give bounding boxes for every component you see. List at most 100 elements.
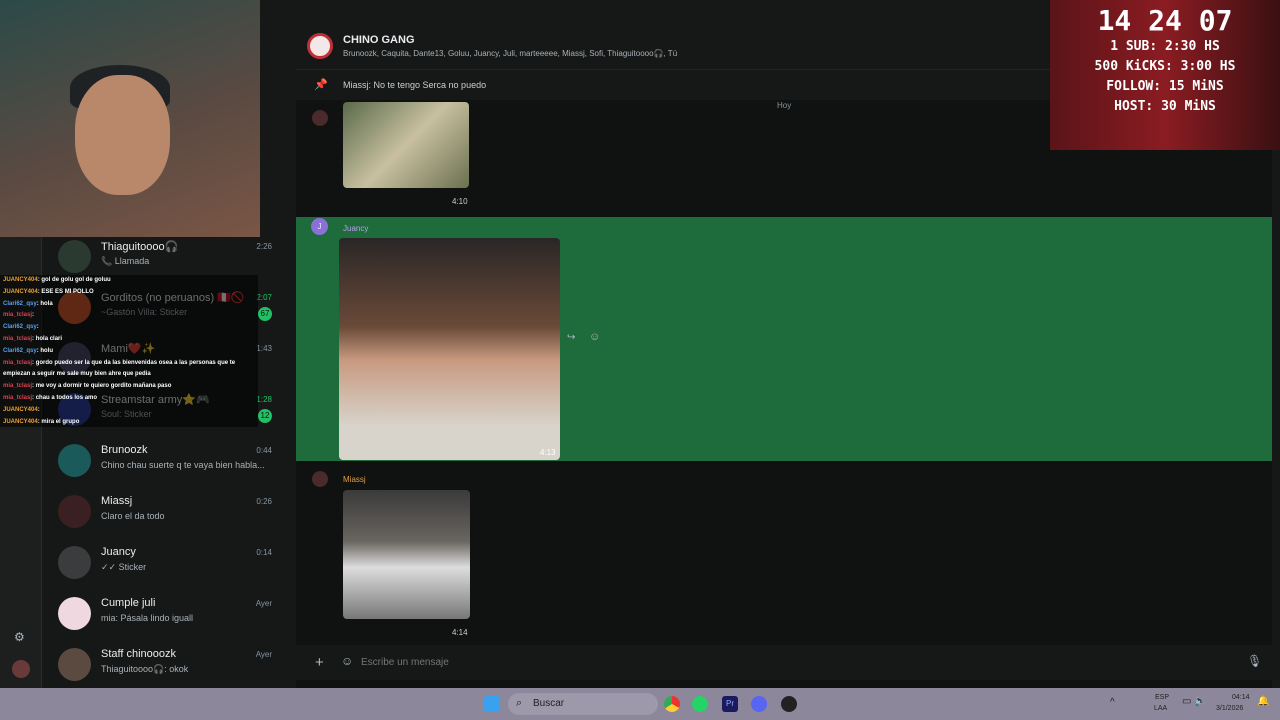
whatsapp-icon[interactable]: [692, 696, 708, 712]
chat-username: Clari62_qsy: [3, 300, 37, 307]
tray-chevron-icon[interactable]: ^: [1110, 697, 1115, 708]
plus-icon[interactable]: +: [315, 654, 324, 671]
stream-chat-line: mia_tclasj: chau a todos los amo: [3, 394, 98, 401]
forward-icon[interactable]: ↪: [567, 332, 575, 343]
obs-icon[interactable]: [781, 696, 797, 712]
chat-preview: Claro el da todo: [101, 511, 165, 521]
chrome-icon[interactable]: [664, 696, 680, 712]
goal-line: FOLLOW: 15 MiNS: [1106, 79, 1224, 94]
chat-username: mia_tclasj: [3, 312, 33, 319]
chat-time: 0:14: [256, 548, 272, 557]
group-avatar[interactable]: [307, 33, 333, 59]
chat-item[interactable]: Brunoozk 0:44 Chino chau suerte q te vay…: [42, 442, 296, 493]
chat-name: Miassj: [101, 495, 133, 507]
chat-username: JUANCY404: [3, 277, 38, 283]
sender-name: Juancy: [343, 224, 369, 233]
chat-username: mia_tclasj: [3, 394, 33, 401]
chat-preview: Chino chau suerte q te vaya bien habla..…: [101, 460, 265, 470]
chat-avatar: [58, 240, 91, 273]
stream-chat-line: mia_tclasj: me voy a dormir te quiero go…: [3, 383, 172, 390]
chat-item[interactable]: Miassj 0:26 Claro el da todo: [42, 493, 296, 544]
pinned-text: Miassj: No te tengo Serca no puedo: [343, 80, 487, 90]
chat-name: Thiaguitoooo🎧: [101, 241, 179, 253]
stream-chat-line: JUANCY404: gol de golu gol de goluu: [3, 277, 111, 283]
chat-preview: mia: Pásala lindo iguall: [101, 613, 194, 623]
stream-chat-overlay: JUANCY404: gol de golu gol de goluu JUANC…: [0, 275, 258, 427]
stream-chat-line: Clari62_qsy:: [3, 324, 39, 331]
chat-username: JUANCY404: [3, 288, 38, 295]
chat-username: Clari62_qsy: [3, 347, 37, 354]
stream-goals-overlay: 14 24 07 1 SUB: 2:30 HS 500 KiCKS: 3:00 …: [1050, 0, 1280, 150]
message-image[interactable]: [343, 102, 469, 188]
unread-badge: 12: [258, 409, 272, 423]
stream-chat-line: JUANCY404: ESE ES MI POLLO: [3, 288, 94, 295]
windows-start-icon[interactable]: [484, 696, 500, 712]
chat-name: Cumple juli: [101, 597, 156, 609]
sticker-icon[interactable]: ☺: [341, 654, 353, 668]
chat-time: Ayer: [255, 650, 272, 659]
settings-icon[interactable]: ⚙: [14, 630, 25, 644]
message-image[interactable]: [343, 490, 470, 619]
lang-layout[interactable]: LAA: [1154, 705, 1167, 712]
chat-name: Brunoozk: [101, 444, 148, 456]
message-input[interactable]: [361, 653, 1241, 671]
chat-username: JUANCY404: [3, 418, 38, 425]
message-time: 4:13: [540, 448, 556, 457]
webcam-face: [75, 75, 170, 195]
chat-username: mia_tclasj: [3, 359, 33, 366]
discord-icon[interactable]: [751, 696, 767, 712]
chat-message: hola: [40, 300, 53, 307]
chat-item[interactable]: Juancy 0:14 ✓✓ Sticker: [42, 544, 296, 595]
chat-avatar: [58, 495, 91, 528]
chat-avatar: [58, 648, 91, 681]
sender-name: Miassj: [343, 475, 366, 484]
chat-username: mia_tclasj: [3, 383, 33, 390]
chat-message: holu: [40, 347, 54, 354]
composer: + ☺ 🎙: [296, 645, 1272, 680]
group-members: Brunoozk, Caquita, Dante13, Goluu, Juanc…: [343, 49, 678, 58]
chat-time: 1:43: [256, 344, 272, 353]
goal-line: 1 SUB: 2:30 HS: [1110, 39, 1220, 54]
chat-message: empiezan a seguir me sale muy bien ahre …: [3, 371, 151, 378]
unread-badge: 67: [258, 307, 272, 321]
emoji-react-icon[interactable]: ☺: [589, 331, 600, 343]
chat-time: 0:44: [256, 446, 272, 455]
chat-name: Staff chinooozk: [101, 648, 177, 660]
stream-chat-line: JUANCY404:: [3, 406, 40, 413]
network-volume-icon[interactable]: ▭ 🔈: [1182, 696, 1207, 707]
chat-message: hola clari: [35, 335, 63, 342]
lang-label[interactable]: ESP: [1155, 694, 1169, 701]
taskbar: ⌕ Buscar Pr ^ ESP LAA ▭ 🔈 04:14 3/1/2026…: [0, 688, 1280, 720]
chat-username: mia_tclasj: [3, 335, 33, 342]
chat-preview: ✓✓ Sticker: [101, 562, 147, 572]
chat-avatar: [58, 597, 91, 630]
stream-chat-line: Clari62_qsy: holu: [3, 347, 54, 354]
stream-chat-line: mia_tclasj: hola clari: [3, 335, 63, 342]
goal-line: HOST: 30 MiNS: [1114, 99, 1216, 114]
clock-date[interactable]: 3/1/2026: [1216, 705, 1243, 712]
title-bar: [296, 0, 1052, 25]
notification-icon[interactable]: 🔔: [1257, 696, 1269, 707]
profile-avatar[interactable]: [12, 660, 30, 678]
chat-item[interactable]: Cumple juli Ayer mia: Pásala lindo igual…: [42, 595, 296, 646]
chat-time: 0:26: [256, 497, 272, 506]
message-time: 4:14: [452, 628, 468, 637]
sender-avatar: [312, 471, 328, 487]
chat-avatar: [58, 444, 91, 477]
stream-chat-line: mia_tclasj:: [3, 312, 35, 319]
chat-time: 2:07: [256, 293, 272, 302]
chat-message: ESE ES MI POLLO: [41, 288, 94, 295]
day-label: Hoy: [777, 101, 792, 110]
group-name: CHINO GANG: [343, 34, 415, 46]
search-box[interactable]: ⌕ Buscar: [508, 693, 658, 715]
clock-time[interactable]: 04:14: [1232, 694, 1250, 701]
chat-message: mira el grupo: [41, 418, 80, 425]
message-image[interactable]: [339, 238, 560, 460]
microphone-icon[interactable]: 🎙: [1247, 654, 1262, 668]
chat-username: Clari62_qsy: [3, 324, 37, 331]
pin-icon: 📌: [314, 79, 328, 91]
premiere-icon[interactable]: Pr: [722, 696, 738, 712]
chat-preview: 📞 Llamada: [101, 256, 150, 266]
message-time: 4:10: [452, 197, 468, 206]
stream-chat-line: Clari62_qsy: hola: [3, 300, 53, 307]
